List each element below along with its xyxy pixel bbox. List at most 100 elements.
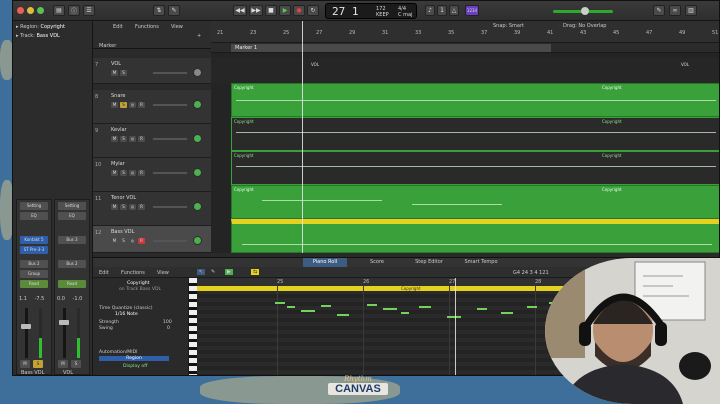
volume-fader[interactable] bbox=[59, 320, 69, 325]
notepad-button[interactable]: ✎ bbox=[653, 5, 665, 16]
drag-control[interactable]: Drag: No Overlap bbox=[563, 23, 606, 29]
automation-mode[interactable]: Read bbox=[20, 280, 48, 288]
midi-note[interactable] bbox=[287, 306, 295, 308]
solo-button[interactable]: S bbox=[120, 136, 127, 142]
midi-note[interactable] bbox=[321, 305, 331, 307]
pan-knob[interactable] bbox=[193, 134, 202, 143]
setting-button[interactable]: Setting bbox=[20, 202, 48, 210]
midi-note[interactable] bbox=[527, 306, 537, 308]
tab-step-editor[interactable]: Step Editor bbox=[407, 258, 451, 267]
mute-button[interactable]: M bbox=[20, 360, 30, 368]
catch-button[interactable]: ⇆ bbox=[251, 269, 260, 275]
editor-view-menu[interactable]: View bbox=[157, 270, 169, 276]
track-header-kevlar[interactable]: 9 Kevlar M S ◎ R bbox=[93, 124, 211, 158]
mixer-button[interactable]: ⇅ bbox=[153, 5, 165, 16]
input-monitor-button[interactable]: ◎ bbox=[129, 238, 136, 244]
input-slot[interactable]: Bus 3 bbox=[58, 236, 86, 244]
tenor-region[interactable]: Copyright Copyright bbox=[231, 185, 719, 219]
display-off-select[interactable]: Display off bbox=[123, 364, 147, 369]
tab-score[interactable]: Score bbox=[355, 258, 399, 267]
snap-control[interactable]: Snap: Smart bbox=[493, 23, 524, 29]
output-slot[interactable]: ST Pre-3-3 bbox=[20, 246, 48, 254]
track-volume-slider[interactable] bbox=[153, 138, 187, 140]
midi-note[interactable] bbox=[367, 304, 377, 306]
edit-menu[interactable]: Edit bbox=[113, 24, 123, 30]
mute-button[interactable]: M bbox=[111, 70, 118, 76]
record-enable-button[interactable]: R bbox=[138, 170, 145, 176]
record-enable-button[interactable]: R bbox=[138, 136, 145, 142]
count-in-button[interactable]: 1 bbox=[437, 5, 447, 16]
loops-button[interactable]: ∞ bbox=[669, 5, 681, 16]
track-volume-slider[interactable] bbox=[153, 72, 187, 74]
zoom-window-icon[interactable] bbox=[37, 7, 44, 14]
midi-note[interactable] bbox=[401, 312, 409, 314]
piano-roll-playhead[interactable] bbox=[455, 278, 456, 375]
add-track-button[interactable]: + bbox=[197, 33, 201, 39]
pointer-tool[interactable]: ↖ bbox=[197, 269, 206, 275]
pencil-tool[interactable]: ✎ bbox=[211, 269, 215, 275]
marker-lane[interactable]: Marker 1 bbox=[211, 43, 719, 53]
input-slot[interactable]: Kontakt 5 bbox=[20, 236, 48, 244]
snare-region[interactable]: Copyright Copyright bbox=[231, 83, 719, 117]
record-enable-button[interactable]: R bbox=[138, 204, 145, 210]
forward-button[interactable]: ▶▶ bbox=[249, 5, 263, 16]
lcd-display[interactable]: 27 1 172 KEEP 4/4 C maj bbox=[325, 3, 417, 19]
pan-knob[interactable] bbox=[193, 202, 202, 211]
pan-knob[interactable] bbox=[193, 168, 202, 177]
minimize-window-icon[interactable] bbox=[27, 7, 34, 14]
editors-button[interactable]: ✎ bbox=[168, 5, 180, 16]
solo-button[interactable]: S bbox=[120, 102, 127, 108]
library-button[interactable]: ▤ bbox=[53, 5, 65, 16]
bar-ruler[interactable]: Snap: Smart Drag: No Overlap 21 23 25 27 29 3… bbox=[211, 21, 719, 43]
track-volume-slider[interactable] bbox=[153, 104, 187, 106]
track-header-mylar[interactable]: 10 Mylar M S ◎ R bbox=[93, 158, 211, 192]
track-header-vol[interactable]: 7 VOL MS bbox=[93, 58, 211, 84]
mute-button[interactable]: M bbox=[111, 238, 118, 244]
automation-mode[interactable]: Read bbox=[58, 280, 86, 288]
functions-menu[interactable]: Functions bbox=[135, 24, 159, 30]
setting-button[interactable]: Setting bbox=[58, 202, 86, 210]
piano-roll-region-bar[interactable]: Copyright bbox=[197, 286, 573, 291]
piano-keyboard[interactable] bbox=[189, 278, 197, 375]
pan-knob[interactable] bbox=[193, 236, 202, 245]
swing-value[interactable]: 0 bbox=[167, 326, 170, 331]
group-slot[interactable]: Group bbox=[20, 270, 48, 278]
tuner-button[interactable]: ♪ bbox=[425, 5, 435, 16]
input-monitor-button[interactable]: ◎ bbox=[129, 136, 136, 142]
pan-knob[interactable] bbox=[193, 100, 202, 109]
input-monitor-button[interactable]: ◎ bbox=[129, 204, 136, 210]
volume-fader[interactable] bbox=[21, 324, 31, 329]
bass-region-selected[interactable]: Copyright Copyright bbox=[231, 219, 719, 253]
midi-note[interactable] bbox=[383, 308, 397, 310]
kevlar-region[interactable]: Copyright Copyright bbox=[231, 117, 719, 151]
pan-knob[interactable] bbox=[193, 68, 202, 77]
toolbar-button[interactable]: ☰ bbox=[83, 5, 95, 16]
record-button[interactable]: ● bbox=[293, 5, 305, 16]
track-header[interactable]: ▸ Track: Bass VDL bbox=[16, 33, 60, 39]
midi-note[interactable] bbox=[275, 302, 285, 304]
play-button[interactable]: ▶ bbox=[279, 5, 291, 16]
tab-smart-tempo[interactable]: Smart Tempo bbox=[459, 258, 503, 267]
mylar-region[interactable]: Copyright Copyright bbox=[231, 151, 719, 185]
midi-note[interactable] bbox=[419, 306, 431, 308]
midi-note[interactable] bbox=[501, 312, 513, 314]
view-menu[interactable]: View bbox=[171, 24, 183, 30]
output-slot[interactable]: Bus 2 bbox=[58, 260, 86, 268]
mute-button[interactable]: M bbox=[111, 204, 118, 210]
volume-fader-track[interactable] bbox=[63, 308, 66, 358]
track-volume-slider[interactable] bbox=[153, 206, 187, 208]
mute-button[interactable]: M bbox=[111, 102, 118, 108]
input-monitor-button[interactable]: ◎ bbox=[129, 170, 136, 176]
eq-button[interactable]: EQ bbox=[58, 212, 86, 220]
solo-button[interactable]: S bbox=[120, 204, 127, 210]
input-monitor-button[interactable]: ◎ bbox=[129, 102, 136, 108]
track-header-snare[interactable]: 8 Snare M S ◎ R bbox=[93, 90, 211, 124]
solo-button[interactable]: S bbox=[120, 170, 127, 176]
strength-value[interactable]: 100 bbox=[163, 320, 172, 325]
solo-button[interactable]: S bbox=[71, 360, 81, 368]
editor-edit-menu[interactable]: Edit bbox=[99, 270, 109, 276]
mute-button[interactable]: M bbox=[111, 170, 118, 176]
master-volume-knob[interactable] bbox=[581, 7, 589, 15]
time-quantize-select[interactable]: 1/16 Note bbox=[115, 312, 138, 317]
bus-slot[interactable]: Bus 2 bbox=[20, 260, 48, 268]
